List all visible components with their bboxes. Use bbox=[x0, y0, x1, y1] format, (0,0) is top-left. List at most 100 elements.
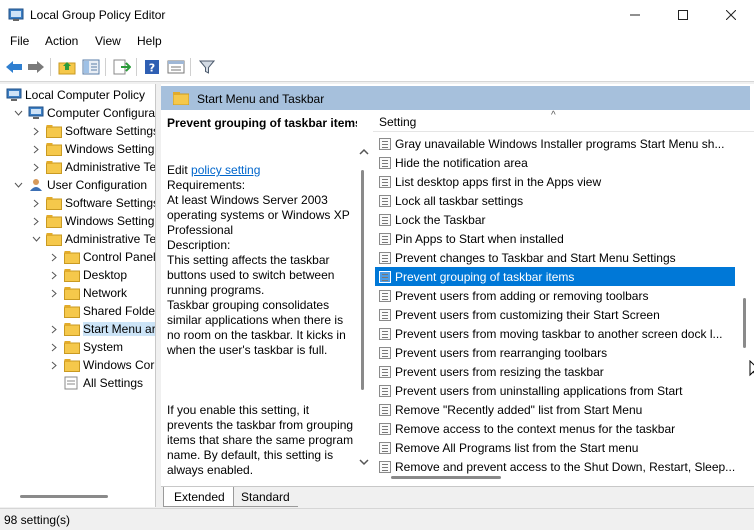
settings-list: ^ Setting Gray unavailable Windows Insta… bbox=[373, 110, 754, 486]
setting-row[interactable]: Remove "Recently added" list from Start … bbox=[375, 400, 735, 419]
tree-item[interactable]: Windows Cor bbox=[48, 356, 154, 374]
navigation-tree: Local Computer Policy Computer Configura S… bbox=[0, 84, 156, 507]
setting-row[interactable]: Prevent users from uninstalling applicat… bbox=[375, 381, 735, 400]
collapse-chevron-icon[interactable] bbox=[12, 107, 24, 119]
setting-column-header[interactable]: ^ Setting bbox=[373, 110, 754, 132]
expand-chevron-icon[interactable] bbox=[30, 197, 42, 209]
svg-text:?: ? bbox=[149, 62, 155, 75]
tree-item[interactable]: Network bbox=[48, 284, 127, 302]
setting-row[interactable]: Prevent users from customizing their Sta… bbox=[375, 305, 735, 324]
setting-row[interactable]: Prevent users from rearranging toolbars bbox=[375, 343, 735, 362]
setting-name: Prevent users from adding or removing to… bbox=[395, 288, 649, 303]
tree-item-label: System bbox=[83, 340, 124, 354]
tree-item[interactable]: All Settings bbox=[48, 374, 143, 392]
tree-item[interactable]: Administrative Te bbox=[30, 158, 155, 176]
tree-item[interactable]: Software Settings bbox=[30, 122, 155, 140]
setting-name: Prevent grouping of taskbar items bbox=[395, 269, 575, 284]
close-button[interactable] bbox=[708, 0, 754, 30]
expand-chevron-icon[interactable] bbox=[30, 125, 42, 137]
expand-chevron-icon[interactable] bbox=[48, 323, 60, 335]
help-button[interactable]: ? bbox=[142, 57, 162, 77]
tree-item[interactable]: Administrative Te bbox=[30, 230, 155, 248]
tree-item[interactable]: System bbox=[48, 338, 123, 356]
setting-name: Lock all taskbar settings bbox=[395, 193, 524, 208]
properties-button[interactable] bbox=[166, 57, 186, 77]
show-hide-tree-button[interactable] bbox=[81, 57, 101, 77]
setting-row[interactable]: Lock all taskbar settings bbox=[375, 191, 735, 210]
folder-icon bbox=[64, 268, 80, 282]
setting-name: Prevent users from customizing their Sta… bbox=[395, 307, 660, 322]
list-vertical-scroll-thumb[interactable] bbox=[743, 298, 746, 348]
tree-item[interactable]: User Configuration bbox=[12, 176, 147, 194]
menu-view[interactable]: View bbox=[95, 34, 121, 48]
expand-chevron-icon[interactable] bbox=[30, 161, 42, 173]
back-button[interactable] bbox=[4, 57, 24, 77]
setting-row[interactable]: Lock the Taskbar bbox=[375, 210, 735, 229]
policy-setting-icon bbox=[379, 194, 391, 207]
up-one-level-button[interactable] bbox=[57, 57, 77, 77]
setting-row[interactable]: Gray unavailable Windows Installer progr… bbox=[375, 134, 735, 153]
tree-item[interactable]: Control Panel bbox=[48, 248, 155, 266]
tree-item[interactable]: Computer Configura bbox=[12, 104, 155, 122]
expand-chevron-icon[interactable] bbox=[48, 341, 60, 353]
tree-item[interactable]: Windows Setting bbox=[30, 140, 154, 158]
show-hide-tree-icon bbox=[82, 59, 100, 75]
setting-name: Remove access to the context menus for t… bbox=[395, 421, 676, 436]
setting-row[interactable]: Remove All Programs list from the Start … bbox=[375, 438, 735, 457]
forward-button[interactable] bbox=[26, 57, 46, 77]
setting-row[interactable]: Prevent users from adding or removing to… bbox=[375, 286, 735, 305]
setting-row[interactable]: Remove access to the context menus for t… bbox=[375, 419, 735, 438]
tree-horizontal-scrollbar[interactable] bbox=[20, 495, 108, 498]
setting-row[interactable]: Remove and prevent access to the Shut Do… bbox=[375, 457, 735, 476]
setting-row[interactable]: Prevent changes to Taskbar and Start Men… bbox=[375, 248, 735, 267]
tree-item[interactable]: Windows Setting bbox=[30, 212, 154, 230]
setting-row[interactable]: Prevent users from resizing the taskbar bbox=[375, 362, 735, 381]
menu-help[interactable]: Help bbox=[137, 34, 162, 48]
tab-extended[interactable]: Extended bbox=[163, 487, 234, 507]
setting-row[interactable]: Prevent grouping of taskbar items bbox=[375, 267, 735, 286]
filter-button[interactable] bbox=[197, 57, 217, 77]
tree-item-label: Software Settings bbox=[65, 196, 156, 210]
expand-chevron-icon[interactable] bbox=[48, 251, 60, 263]
policy-setting-icon bbox=[379, 270, 391, 283]
minimize-button[interactable] bbox=[612, 0, 658, 30]
export-list-button[interactable] bbox=[112, 57, 132, 77]
menu-action[interactable]: Action bbox=[45, 34, 78, 48]
setting-row[interactable]: Pin Apps to Start when installed bbox=[375, 229, 735, 248]
tree-item[interactable]: Software Settings bbox=[30, 194, 156, 212]
setting-name: Lock the Taskbar bbox=[395, 212, 486, 227]
tree-item[interactable]: Start Menu ar bbox=[48, 320, 155, 338]
close-icon bbox=[726, 10, 736, 20]
description-scroll-thumb[interactable] bbox=[361, 170, 364, 390]
setting-row[interactable]: Prevent users from moving taskbar to ano… bbox=[375, 324, 735, 343]
folder-icon bbox=[46, 196, 62, 210]
scroll-up-icon[interactable] bbox=[359, 148, 369, 156]
setting-name: Remove All Programs list from the Start … bbox=[395, 440, 639, 455]
tree-item[interactable]: Desktop bbox=[48, 266, 127, 284]
expand-chevron-icon[interactable] bbox=[48, 359, 60, 371]
scroll-down-icon[interactable] bbox=[359, 458, 369, 466]
collapse-chevron-icon[interactable] bbox=[30, 233, 42, 245]
menu-file[interactable]: File bbox=[10, 34, 29, 48]
edit-policy-link[interactable]: policy setting bbox=[191, 163, 260, 177]
tab-standard[interactable]: Standard bbox=[231, 487, 298, 507]
list-horizontal-scroll-thumb[interactable] bbox=[391, 476, 501, 479]
folder-icon bbox=[64, 340, 80, 354]
maximize-button[interactable] bbox=[660, 0, 706, 30]
expand-chevron-icon[interactable] bbox=[48, 269, 60, 281]
setting-name: Remove "Recently added" list from Start … bbox=[395, 402, 643, 417]
tree-item[interactable]: Local Computer Policy bbox=[6, 86, 145, 104]
expand-chevron-icon[interactable] bbox=[30, 143, 42, 155]
expand-chevron-icon[interactable] bbox=[30, 215, 42, 227]
tree-item[interactable]: Shared Folder bbox=[48, 302, 155, 320]
grouping-explanation: Taskbar grouping consolidates similar ap… bbox=[167, 298, 346, 357]
setting-column-label: Setting bbox=[379, 115, 417, 129]
collapse-chevron-icon[interactable] bbox=[12, 179, 24, 191]
description-scrollbar[interactable] bbox=[357, 110, 371, 486]
expand-chevron-icon[interactable] bbox=[48, 287, 60, 299]
setting-name: Prevent users from uninstalling applicat… bbox=[395, 383, 683, 398]
policy-setting-icon bbox=[379, 460, 391, 473]
policy-setting-icon bbox=[379, 308, 391, 321]
setting-row[interactable]: List desktop apps first in the Apps view bbox=[375, 172, 735, 191]
setting-row[interactable]: Hide the notification area bbox=[375, 153, 735, 172]
